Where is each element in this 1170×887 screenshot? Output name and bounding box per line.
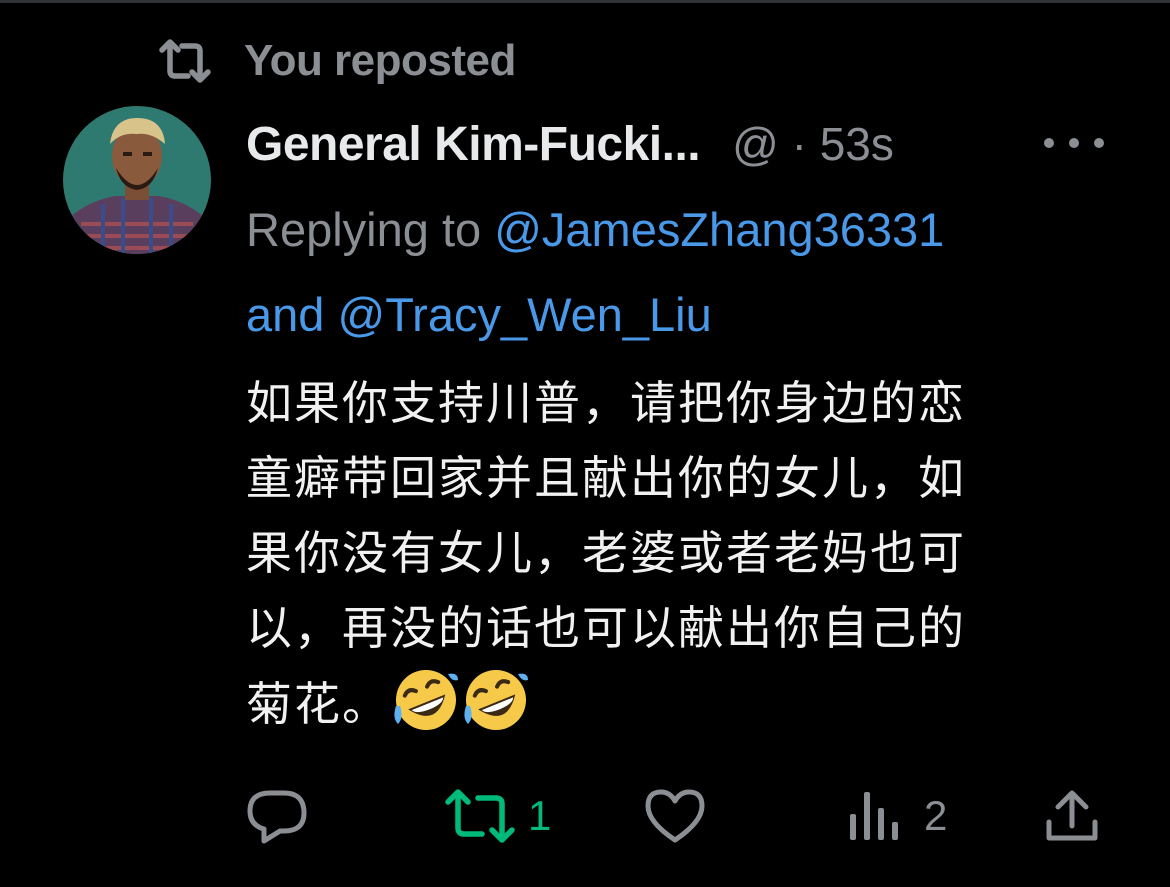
handle-and-timestamp[interactable]: @ · 53s bbox=[732, 117, 894, 171]
replying-to-line-2: and @Tracy_Wen_Liu bbox=[246, 287, 712, 342]
display-name[interactable]: General Kim-Fucki... bbox=[246, 117, 701, 172]
heart-icon bbox=[645, 789, 705, 843]
tweet-body-line: 菊花。 bbox=[246, 678, 390, 730]
reply-button[interactable] bbox=[246, 786, 308, 846]
tweet-body-line: 果你没有女儿，老婆或者老妈也可 bbox=[246, 527, 966, 579]
reply-handle-link[interactable]: @Tracy_Wen_Liu bbox=[337, 288, 711, 341]
avatar[interactable] bbox=[63, 106, 211, 254]
replying-to-label: Replying to bbox=[246, 203, 482, 256]
repost-icon bbox=[445, 789, 515, 843]
views-count: 2 bbox=[924, 792, 948, 839]
tweet-body-line: 以，再没的话也可以献出你自己的 bbox=[246, 602, 966, 654]
tweet-body: 如果你支持川普，请把你身边的恋 童癖带回家并且献出你的女儿，如 果你没有女儿，老… bbox=[246, 366, 1086, 741]
reply-handle-link[interactable]: @JamesZhang36331 bbox=[494, 203, 944, 256]
reply-icon bbox=[247, 790, 307, 844]
like-button[interactable] bbox=[644, 786, 706, 846]
reply-conjunction: and bbox=[246, 288, 325, 341]
rolling-on-floor-laughing-emoji bbox=[464, 670, 528, 730]
share-button[interactable] bbox=[1044, 786, 1100, 846]
share-icon bbox=[1046, 790, 1098, 841]
rolling-on-floor-laughing-emoji bbox=[394, 670, 458, 730]
repost-button[interactable]: 1 bbox=[444, 786, 551, 846]
tweet-body-last-line: 菊花。 bbox=[246, 666, 1086, 741]
repost-banner: You reposted bbox=[158, 36, 516, 86]
views-icon bbox=[850, 792, 898, 840]
tweet-header: General Kim-Fucki... @ · 53s bbox=[246, 112, 894, 176]
top-divider bbox=[0, 0, 1170, 3]
replying-to-line: Replying to @JamesZhang36331 bbox=[246, 202, 944, 257]
tweet-body-line: 如果你支持川普，请把你身边的恋 bbox=[246, 377, 966, 429]
repost-count: 1 bbox=[528, 792, 552, 839]
repost-banner-text: You reposted bbox=[244, 36, 516, 85]
tweet-body-line: 童癖带回家并且献出你的女儿，如 bbox=[246, 452, 966, 504]
views-button[interactable]: 2 bbox=[848, 786, 947, 846]
repost-icon bbox=[159, 39, 211, 83]
more-options-icon[interactable] bbox=[1044, 128, 1104, 158]
